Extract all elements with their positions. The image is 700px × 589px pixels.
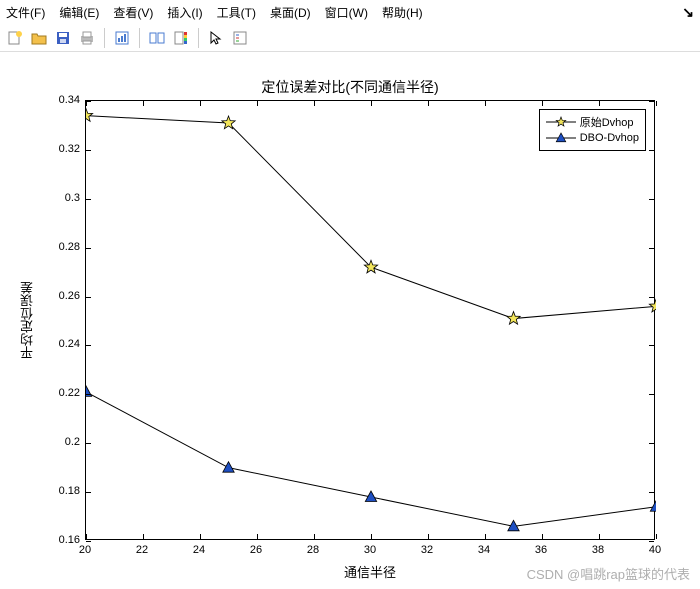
x-tick-label: 32	[421, 544, 433, 556]
y-tick-label: 0.22	[40, 387, 80, 399]
open-button[interactable]	[28, 27, 50, 49]
insert-legend-button[interactable]	[229, 27, 251, 49]
legend-box[interactable]: 原始Dvhop DBO-Dvhop	[539, 109, 646, 151]
save-icon	[55, 30, 71, 46]
x-tick-label: 38	[592, 544, 604, 556]
save-button[interactable]	[52, 27, 74, 49]
menu-bar: 文件(F) 编辑(E) 查看(V) 插入(I) 工具(T) 桌面(D) 窗口(W…	[0, 0, 700, 24]
menu-desktop[interactable]: 桌面(D)	[270, 4, 311, 21]
toolbar-separator	[104, 28, 105, 48]
y-tick-label: 0.34	[40, 94, 80, 106]
menu-edit[interactable]: 编辑(E)	[59, 4, 99, 21]
menu-view[interactable]: 查看(V)	[113, 4, 153, 21]
menu-insert[interactable]: 插入(I)	[167, 4, 202, 21]
menu-help[interactable]: 帮助(H)	[382, 4, 423, 21]
y-tick-label: 0.18	[40, 485, 80, 497]
legend-entry: DBO-Dvhop	[546, 130, 639, 146]
legend-icon	[232, 30, 248, 46]
y-tick-label: 0.28	[40, 241, 80, 253]
toolbar-separator	[139, 28, 140, 48]
y-tick-label: 0.24	[40, 338, 80, 350]
pointer-button[interactable]	[205, 27, 227, 49]
y-tick-label: 0.2	[40, 436, 80, 448]
menu-window[interactable]: 窗口(W)	[325, 4, 368, 21]
x-tick-label: 28	[307, 544, 319, 556]
x-tick-label: 20	[79, 544, 91, 556]
x-tick-label: 40	[649, 544, 661, 556]
y-tick-label: 0.26	[40, 290, 80, 302]
x-tick-label: 24	[193, 544, 205, 556]
x-axis-label: 通信半径	[85, 562, 655, 581]
link-axes-button[interactable]	[146, 27, 168, 49]
edit-plot-button[interactable]	[111, 27, 133, 49]
colorbar-button[interactable]	[170, 27, 192, 49]
y-axis-label: 平均定位误差	[18, 100, 37, 540]
x-tick-label: 36	[535, 544, 547, 556]
dock-arrow-icon[interactable]: ↘	[682, 4, 694, 21]
chart-title: 定位误差对比(不同通信半径)	[0, 77, 700, 97]
y-tick-label: 0.3	[40, 192, 80, 204]
new-figure-button[interactable]	[4, 27, 26, 49]
new-figure-icon	[7, 30, 23, 46]
legend-label: DBO-Dvhop	[580, 132, 639, 144]
legend-label: 原始Dvhop	[580, 114, 634, 130]
y-tick-label: 0.16	[40, 534, 80, 546]
print-button[interactable]	[76, 27, 98, 49]
plot-canvas	[86, 101, 656, 541]
menu-tools[interactable]: 工具(T)	[217, 4, 256, 21]
edit-plot-icon	[114, 30, 130, 46]
star-marker-icon	[546, 115, 576, 129]
open-icon	[31, 30, 47, 46]
toolbar-separator	[198, 28, 199, 48]
y-tick-label: 0.32	[40, 143, 80, 155]
x-tick-label: 22	[136, 544, 148, 556]
figure-area: 定位误差对比(不同通信半径) 平均定位误差 通信半径 原始Dvhop DBO-Dv…	[0, 55, 700, 589]
link-icon	[149, 30, 165, 46]
legend-entry: 原始Dvhop	[546, 114, 639, 130]
x-tick-label: 30	[364, 544, 376, 556]
menu-file[interactable]: 文件(F)	[6, 4, 45, 21]
x-tick-label: 34	[478, 544, 490, 556]
toolbar	[0, 24, 700, 52]
colorbar-icon	[173, 30, 189, 46]
triangle-marker-icon	[546, 131, 576, 145]
pointer-icon	[208, 30, 224, 46]
chart-axes[interactable]: 原始Dvhop DBO-Dvhop	[85, 100, 655, 540]
print-icon	[79, 30, 95, 46]
x-tick-label: 26	[250, 544, 262, 556]
